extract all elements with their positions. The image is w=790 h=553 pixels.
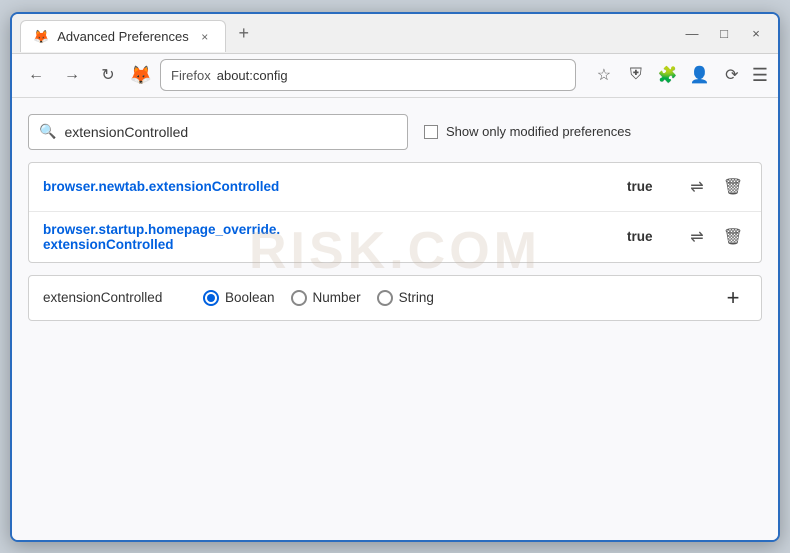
extensions-icon[interactable]: 🧩: [656, 63, 680, 87]
bookmark-icon[interactable]: ☆: [592, 63, 616, 87]
table-row: browser.startup.homepage_override. exten…: [29, 212, 761, 262]
radio-group: Boolean Number String: [203, 290, 434, 306]
row-actions: ⇌ 🗑: [683, 173, 747, 201]
row-actions: ⇌ 🗑: [683, 223, 747, 251]
back-button[interactable]: ←: [22, 61, 50, 89]
add-pref-button[interactable]: +: [719, 284, 747, 312]
content-wrapper: 🔍 Show only modified preferences browser…: [28, 114, 762, 321]
new-pref-name: extensionControlled: [43, 290, 183, 305]
minimize-button[interactable]: —: [682, 27, 702, 40]
new-tab-button[interactable]: +: [230, 19, 258, 47]
radio-string[interactable]: String: [377, 290, 434, 306]
search-icon: 🔍: [39, 123, 56, 140]
window-controls: — □ ×: [682, 27, 770, 40]
browser-label: Firefox: [171, 68, 211, 83]
nav-icons: ☆ ⛨ 🧩 👤 ⟳ ☰: [592, 63, 768, 87]
radio-boolean[interactable]: Boolean: [203, 290, 275, 306]
sync-icon[interactable]: ⟳: [720, 63, 744, 87]
maximize-button[interactable]: □: [714, 27, 734, 40]
tab-favicon: 🦊: [33, 29, 49, 45]
address-text: Firefox about:config: [171, 68, 288, 83]
radio-number-circle: [291, 290, 307, 306]
tab-close-button[interactable]: ×: [197, 29, 213, 45]
address-url: about:config: [217, 68, 288, 83]
table-row: browser.newtab.extensionControlled true …: [29, 163, 761, 212]
firefox-icon: 🦊: [130, 64, 152, 86]
pref-name: browser.newtab.extensionControlled: [43, 179, 611, 194]
add-pref-row: extensionControlled Boolean Number Strin…: [28, 275, 762, 321]
close-button[interactable]: ×: [746, 27, 766, 40]
show-modified-checkbox[interactable]: [424, 125, 438, 139]
search-box: 🔍: [28, 114, 408, 150]
swap-button[interactable]: ⇌: [683, 173, 711, 201]
content-area: 🔍 Show only modified preferences browser…: [12, 98, 778, 540]
browser-tab[interactable]: 🦊 Advanced Preferences ×: [20, 20, 226, 52]
reload-button[interactable]: ↻: [94, 61, 122, 89]
pref-name: browser.startup.homepage_override. exten…: [43, 222, 611, 252]
pref-value: true: [627, 179, 667, 194]
delete-button[interactable]: 🗑: [719, 223, 747, 251]
radio-number[interactable]: Number: [291, 290, 361, 306]
nav-bar: ← → ↻ 🦊 Firefox about:config ☆ ⛨ 🧩 👤 ⟳ ☰: [12, 54, 778, 98]
pocket-icon[interactable]: ⛨: [624, 63, 648, 87]
radio-boolean-circle: [203, 290, 219, 306]
title-bar: 🦊 Advanced Preferences × + — □ ×: [12, 14, 778, 54]
swap-button[interactable]: ⇌: [683, 223, 711, 251]
show-modified-label: Show only modified preferences: [446, 124, 631, 139]
address-bar[interactable]: Firefox about:config: [160, 59, 576, 91]
show-modified-section: Show only modified preferences: [424, 124, 631, 139]
results-table: browser.newtab.extensionControlled true …: [28, 162, 762, 263]
forward-button[interactable]: →: [58, 61, 86, 89]
menu-button[interactable]: ☰: [752, 65, 768, 86]
delete-button[interactable]: 🗑: [719, 173, 747, 201]
browser-window: 🦊 Advanced Preferences × + — □ × ← → ↻ 🦊…: [10, 12, 780, 542]
search-input[interactable]: [64, 124, 397, 140]
pref-value: true: [627, 229, 667, 244]
tab-title: Advanced Preferences: [57, 29, 189, 44]
radio-string-circle: [377, 290, 393, 306]
search-section: 🔍 Show only modified preferences: [28, 114, 762, 150]
profile-icon[interactable]: 👤: [688, 63, 712, 87]
